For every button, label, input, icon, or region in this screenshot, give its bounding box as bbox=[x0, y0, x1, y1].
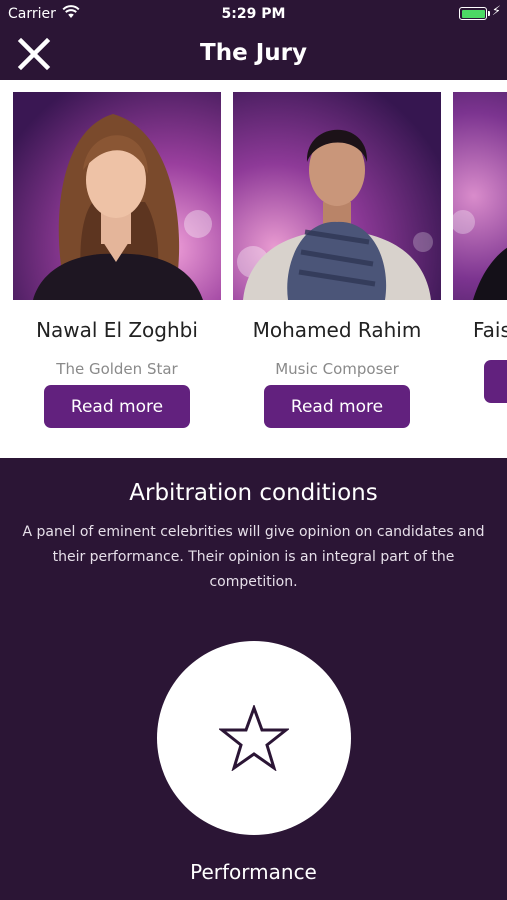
section-description: A panel of eminent celebrities will give… bbox=[22, 524, 485, 590]
charging-icon: ⚡ bbox=[491, 4, 501, 19]
jury-role: The Golden Star bbox=[56, 360, 178, 378]
jury-name: Nawal El Zoghbi bbox=[36, 318, 198, 342]
jury-card: Nawal El Zoghbi The Golden Star Read mor… bbox=[13, 92, 221, 428]
jury-carousel[interactable]: Nawal El Zoghbi The Golden Star Read mor… bbox=[0, 80, 507, 458]
performance-label: Performance bbox=[190, 860, 317, 884]
jury-name: Mohamed Rahim bbox=[252, 318, 422, 342]
read-more-button[interactable]: Read more bbox=[264, 385, 410, 428]
close-button[interactable] bbox=[16, 36, 52, 72]
read-more-button[interactable]: Read more bbox=[44, 385, 190, 428]
read-more-button[interactable] bbox=[484, 360, 507, 403]
star-icon bbox=[219, 705, 289, 771]
section-title: Arbitration conditions bbox=[129, 480, 378, 506]
jury-photo bbox=[13, 92, 221, 300]
status-bar: Carrier 5:29 PM ⚡ bbox=[0, 0, 507, 28]
battery-icon bbox=[459, 7, 490, 20]
jury-card: Fais bbox=[453, 92, 507, 403]
jury-name: Fais bbox=[473, 318, 507, 342]
performance-button[interactable] bbox=[157, 641, 351, 835]
nav-bar: The Jury bbox=[0, 28, 507, 78]
clock: 5:29 PM bbox=[221, 6, 286, 22]
jury-role: Music Composer bbox=[275, 360, 399, 378]
conditions-section: Arbitration conditions A panel of eminen… bbox=[0, 458, 507, 900]
jury-photo bbox=[453, 92, 507, 300]
jury-card: Mohamed Rahim Music Composer Read more bbox=[233, 92, 441, 428]
jury-photo bbox=[233, 92, 441, 300]
page-title: The Jury bbox=[200, 40, 307, 66]
close-icon bbox=[17, 37, 51, 71]
